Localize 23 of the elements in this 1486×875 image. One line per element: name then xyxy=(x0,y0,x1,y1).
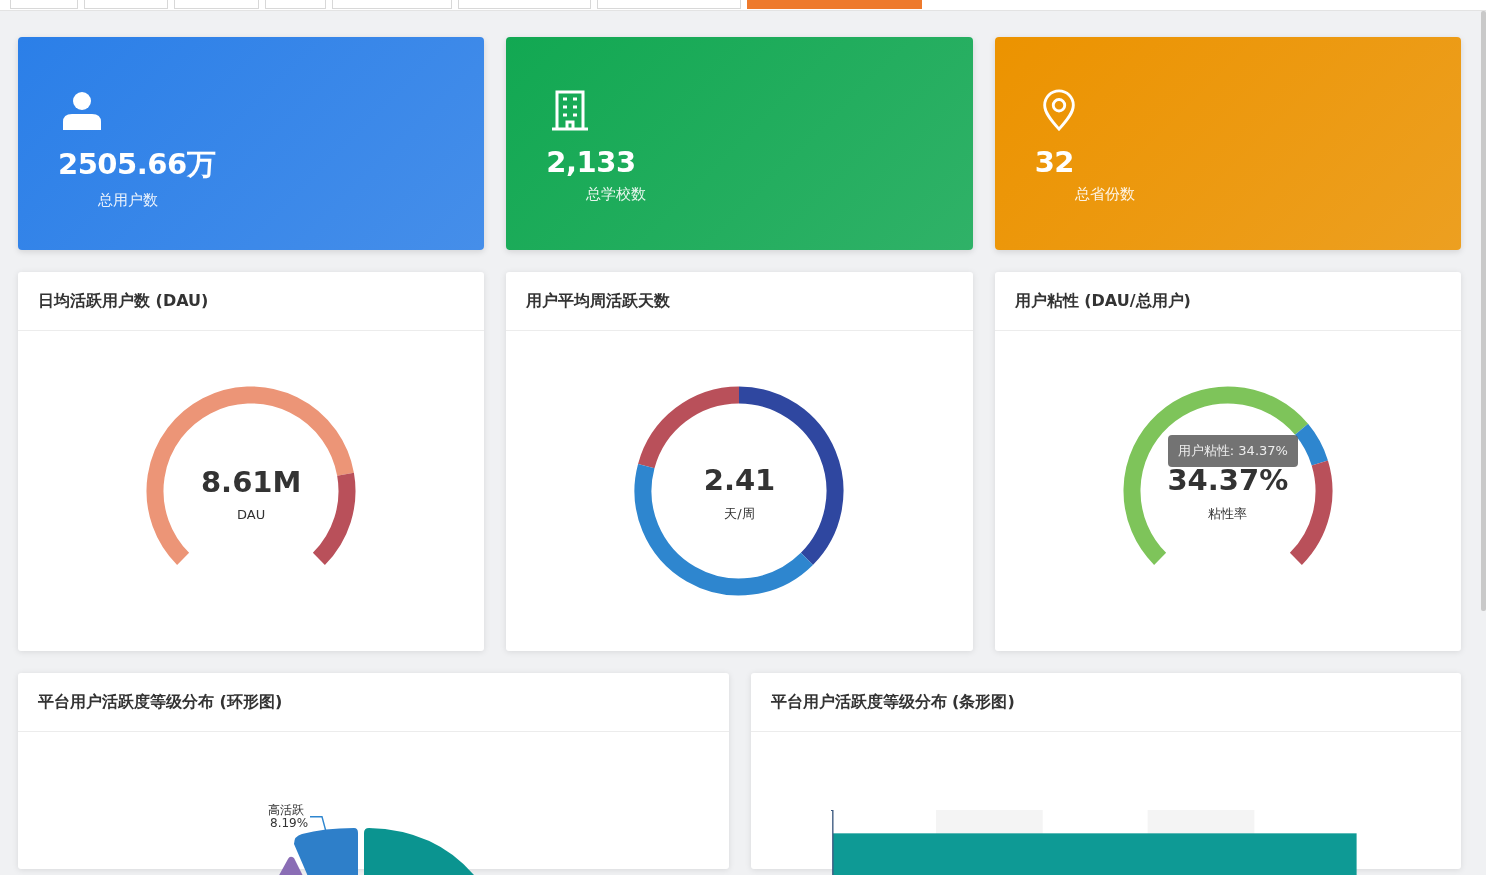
slice-percent: 8.19% xyxy=(270,816,309,830)
tooltip: 用户粘性: 34.37% xyxy=(1167,435,1298,467)
gauge-value: 8.61M xyxy=(200,464,302,499)
card-title: 用户粘性 (DAU/总用户) xyxy=(1014,290,1191,312)
building-icon xyxy=(550,89,591,131)
user-icon xyxy=(62,89,102,131)
stat-value: 2505.66万 xyxy=(58,146,216,183)
card-title: 用户平均周活跃天数 xyxy=(526,290,671,312)
stat-value: 32 xyxy=(1034,145,1074,179)
gauge-unit: DAU xyxy=(237,506,266,522)
gauge-unit: 天/周 xyxy=(724,505,755,523)
stat-label: 总学校数 xyxy=(586,185,647,204)
stat-value: 2,133 xyxy=(546,145,636,179)
tab[interactable] xyxy=(747,0,922,9)
gauge-value: 2.41 xyxy=(703,463,776,497)
stat-label: 总用户数 xyxy=(98,191,158,210)
card-title: 平台用户活跃度等级分布 (环形图) xyxy=(38,691,283,713)
gauge-unit: 粘性率 xyxy=(1208,505,1248,523)
stat-label: 总省份数 xyxy=(1074,185,1135,204)
card-title: 平台用户活跃度等级分布 (条形图) xyxy=(770,691,1015,713)
card-title: 日均活跃用户数 (DAU) xyxy=(38,290,209,312)
slice-label: 高活跃 xyxy=(268,802,304,818)
scrollbar[interactable] xyxy=(1481,11,1486,611)
